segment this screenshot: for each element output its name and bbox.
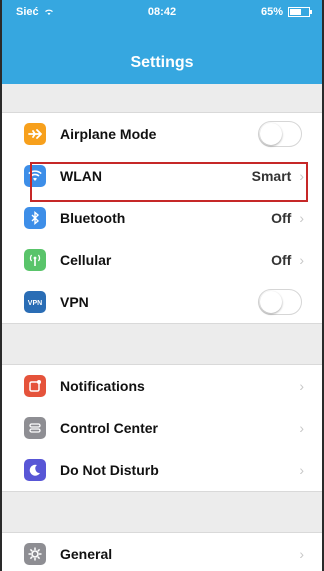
battery-icon (288, 7, 312, 17)
chevron-right-icon: › (299, 168, 304, 184)
battery-percent: 65% (260, 6, 283, 18)
status-bar: Sieć 08:42 65% (2, 6, 322, 22)
settings-row-bluetooth[interactable]: Bluetooth Off › (2, 197, 322, 239)
moon-icon (24, 459, 46, 481)
row-label: WLAN (60, 168, 102, 184)
airplane-icon (24, 123, 46, 145)
row-label: Notifications (60, 378, 145, 394)
battery-indicator: 65% (260, 6, 312, 18)
settings-row-notifications[interactable]: Notifications › (2, 365, 322, 407)
row-label: Control Center (60, 420, 158, 436)
row-label: Do Not Disturb (60, 462, 159, 478)
settings-row-airplane-mode[interactable]: Airplane Mode (2, 113, 322, 155)
page-title: Settings (130, 54, 194, 71)
row-value: Off (271, 252, 292, 268)
airplane-mode-toggle[interactable] (258, 121, 302, 147)
row-value: Off (271, 210, 292, 226)
row-label: Airplane Mode (60, 126, 157, 142)
row-label: Bluetooth (60, 210, 126, 226)
chevron-right-icon: › (299, 252, 304, 268)
settings-row-wlan[interactable]: WLAN Smart › (2, 155, 322, 197)
row-label: General (60, 546, 113, 562)
wifi-icon (24, 165, 46, 187)
settings-row-cellular[interactable]: Cellular Off › (2, 239, 322, 281)
row-label: Cellular (60, 252, 112, 268)
bluetooth-icon (24, 207, 46, 229)
gear-icon (24, 543, 46, 565)
chevron-right-icon: › (299, 546, 304, 562)
settings-group-notifications: Notifications › Control Center › Do Not … (2, 364, 322, 492)
vpn-toggle[interactable] (258, 289, 302, 315)
group-spacer (2, 84, 322, 112)
cellular-icon (24, 249, 46, 271)
chevron-right-icon: › (299, 378, 304, 394)
chevron-right-icon: › (299, 462, 304, 478)
settings-row-control-center[interactable]: Control Center › (2, 407, 322, 449)
settings-row-do-not-disturb[interactable]: Do Not Disturb › (2, 449, 322, 491)
control-center-icon (24, 417, 46, 439)
settings-row-vpn[interactable]: VPN VPN (2, 281, 322, 323)
settings-row-general[interactable]: General › (2, 533, 322, 571)
settings-group-general: General › (2, 532, 322, 571)
group-spacer (2, 324, 322, 364)
settings-group-connectivity: Airplane Mode WLAN Smart › Bluetooth Off… (2, 112, 322, 324)
row-value: Smart (251, 168, 292, 184)
header-bar: Sieć 08:42 65% Settings (2, 0, 322, 84)
group-spacer (2, 492, 322, 532)
phone-screen: Sieć 08:42 65% Settings Airplane Mode WL… (0, 0, 324, 571)
svg-text:VPN: VPN (28, 300, 42, 307)
row-label: VPN (60, 294, 89, 310)
vpn-icon: VPN (24, 291, 46, 313)
settings-list: Airplane Mode WLAN Smart › Bluetooth Off… (2, 84, 322, 571)
chevron-right-icon: › (299, 420, 304, 436)
notifications-icon (24, 375, 46, 397)
chevron-right-icon: › (299, 210, 304, 226)
